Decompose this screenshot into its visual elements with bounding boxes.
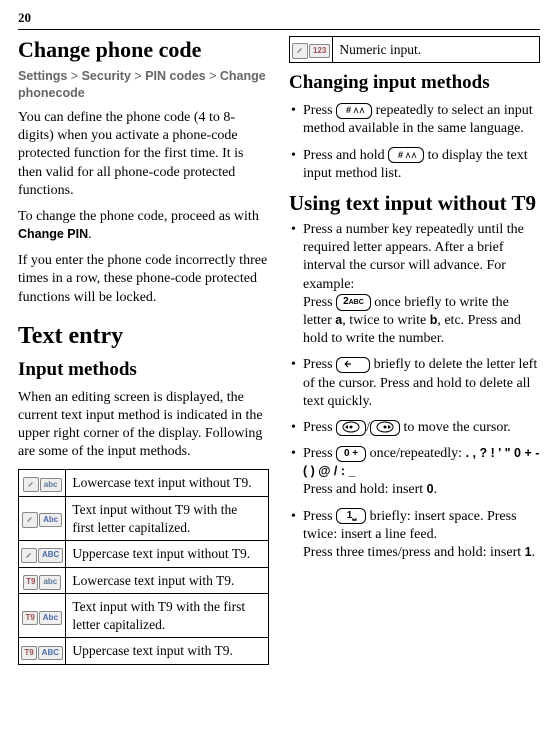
desc-abc-upper: Uppercase text input without T9. [66,541,269,568]
bullets-without-t9: Press a number key repeatedly until the … [289,221,540,562]
text: , twice to write [342,313,429,328]
heading-change-phone-code: Change phone code [18,36,269,65]
svg-text:#: # [346,105,351,115]
left-column: Change phone code Settings > Security > … [18,36,269,665]
icon-abc-upper: ABC [19,541,66,568]
text: Press three times/press and hold: insert [303,545,525,560]
table-row: T9Abc Text input with T9 with the first … [19,594,269,638]
key-2abc-icon: 2ABC [336,294,371,311]
text: once/repeatedly: [366,446,462,461]
heading-changing-input-methods: Changing input methods [289,71,540,96]
text: Press [303,420,336,435]
para-change-code: To change the phone code, proceed as wit… [18,208,269,244]
list-item: Press and hold # to display the text inp… [289,147,540,183]
text: . [532,545,536,560]
path-sep: > [134,69,145,83]
digit-0: 0 [427,482,434,496]
text: Press [303,446,336,461]
table-row: abc Lowercase text input without T9. [19,470,269,497]
heading-text-entry: Text entry [18,321,269,352]
nav-left-key-icon [336,420,366,436]
list-item: Press briefly to delete the letter left … [289,356,540,411]
heading-input-methods: Input methods [18,358,269,383]
icon-123: 123 [290,36,333,63]
text: . [434,482,438,497]
pencil-icon [26,514,34,522]
icon-abc-cap: Abc [19,497,66,541]
pencil-icon [27,479,35,487]
path-settings: Settings [18,69,67,83]
text: Press [303,357,336,372]
table-row: Abc Text input without T9 with the first… [19,497,269,541]
text: Press [303,295,336,310]
bullets-changing: Press # repeatedly to select an input me… [289,102,540,183]
icon-abc-lower: abc [19,470,66,497]
desc-abc-cap: Text input without T9 with the first let… [66,497,269,541]
para-input-methods: When an editing screen is displayed, the… [18,389,269,462]
desc-numeric: Numeric input. [333,36,540,63]
page-number: 20 [18,10,540,27]
back-key-icon [336,357,370,373]
para-change-code-a: To change the phone code, proceed as wit… [18,209,259,224]
right-column: 123 Numeric input. Changing input method… [289,36,540,665]
label-change-pin: Change PIN [18,227,88,241]
list-item: Press 0 + once/repeatedly: . , ? ! ' " 0… [289,445,540,500]
text: Press and hold [303,148,388,163]
settings-breadcrumb: Settings > Security > PIN codes > Change… [18,68,269,101]
desc-t9-abc-upper: Uppercase text input with T9. [66,638,269,665]
icon-t9-abc-lower: T9abc [19,567,66,594]
hash-key-icon: # [336,103,372,119]
list-item: Press 1⎵ briefly: insert space. Press tw… [289,508,540,563]
svg-text:#: # [398,150,403,160]
para-incorrect-three: If you enter the phone code incorrectly … [18,252,269,307]
path-security: Security [82,69,131,83]
icon-t9-abc-upper: T9ABC [19,638,66,665]
icon-t9-abc-cap: T9Abc [19,594,66,638]
text: Press a number key repeatedly until the … [303,222,524,292]
heading-without-t9: Using text input without T9 [289,191,540,215]
key-1space-icon: 1⎵ [336,508,366,524]
text: Press [303,509,336,524]
table-row: T9abc Lowercase text input with T9. [19,567,269,594]
text: to move the cursor. [400,420,511,435]
desc-t9-abc-lower: Lowercase text input with T9. [66,567,269,594]
list-item: Press a number key repeatedly until the … [289,221,540,348]
list-item: Press # repeatedly to select an input me… [289,102,540,138]
path-pin-codes: PIN codes [145,69,205,83]
input-methods-table: abc Lowercase text input without T9. Abc… [18,469,269,664]
path-sep: > [209,69,220,83]
desc-abc-lower: Lowercase text input without T9. [66,470,269,497]
pencil-icon [25,550,33,558]
nav-right-key-icon [370,420,400,436]
table-row: 123 Numeric input. [290,36,540,63]
digit-1: 1 [525,545,532,559]
pencil-icon [296,45,304,53]
top-rule [18,29,540,30]
path-sep: > [71,69,82,83]
numeric-input-table: 123 Numeric input. [289,36,540,64]
key-0plus-icon: 0 + [336,446,366,462]
para-define-code: You can define the phone code (4 to 8-di… [18,109,269,200]
table-row: ABC Uppercase text input without T9. [19,541,269,568]
hash-key-icon: # [388,147,424,163]
text: Press [303,103,336,118]
table-row: T9ABC Uppercase text input with T9. [19,638,269,665]
para-change-code-c: . [88,227,92,242]
desc-t9-abc-cap: Text input with T9 with the first letter… [66,594,269,638]
text: Press and hold: insert [303,482,427,497]
list-item: Press / to move the cursor. [289,419,540,437]
